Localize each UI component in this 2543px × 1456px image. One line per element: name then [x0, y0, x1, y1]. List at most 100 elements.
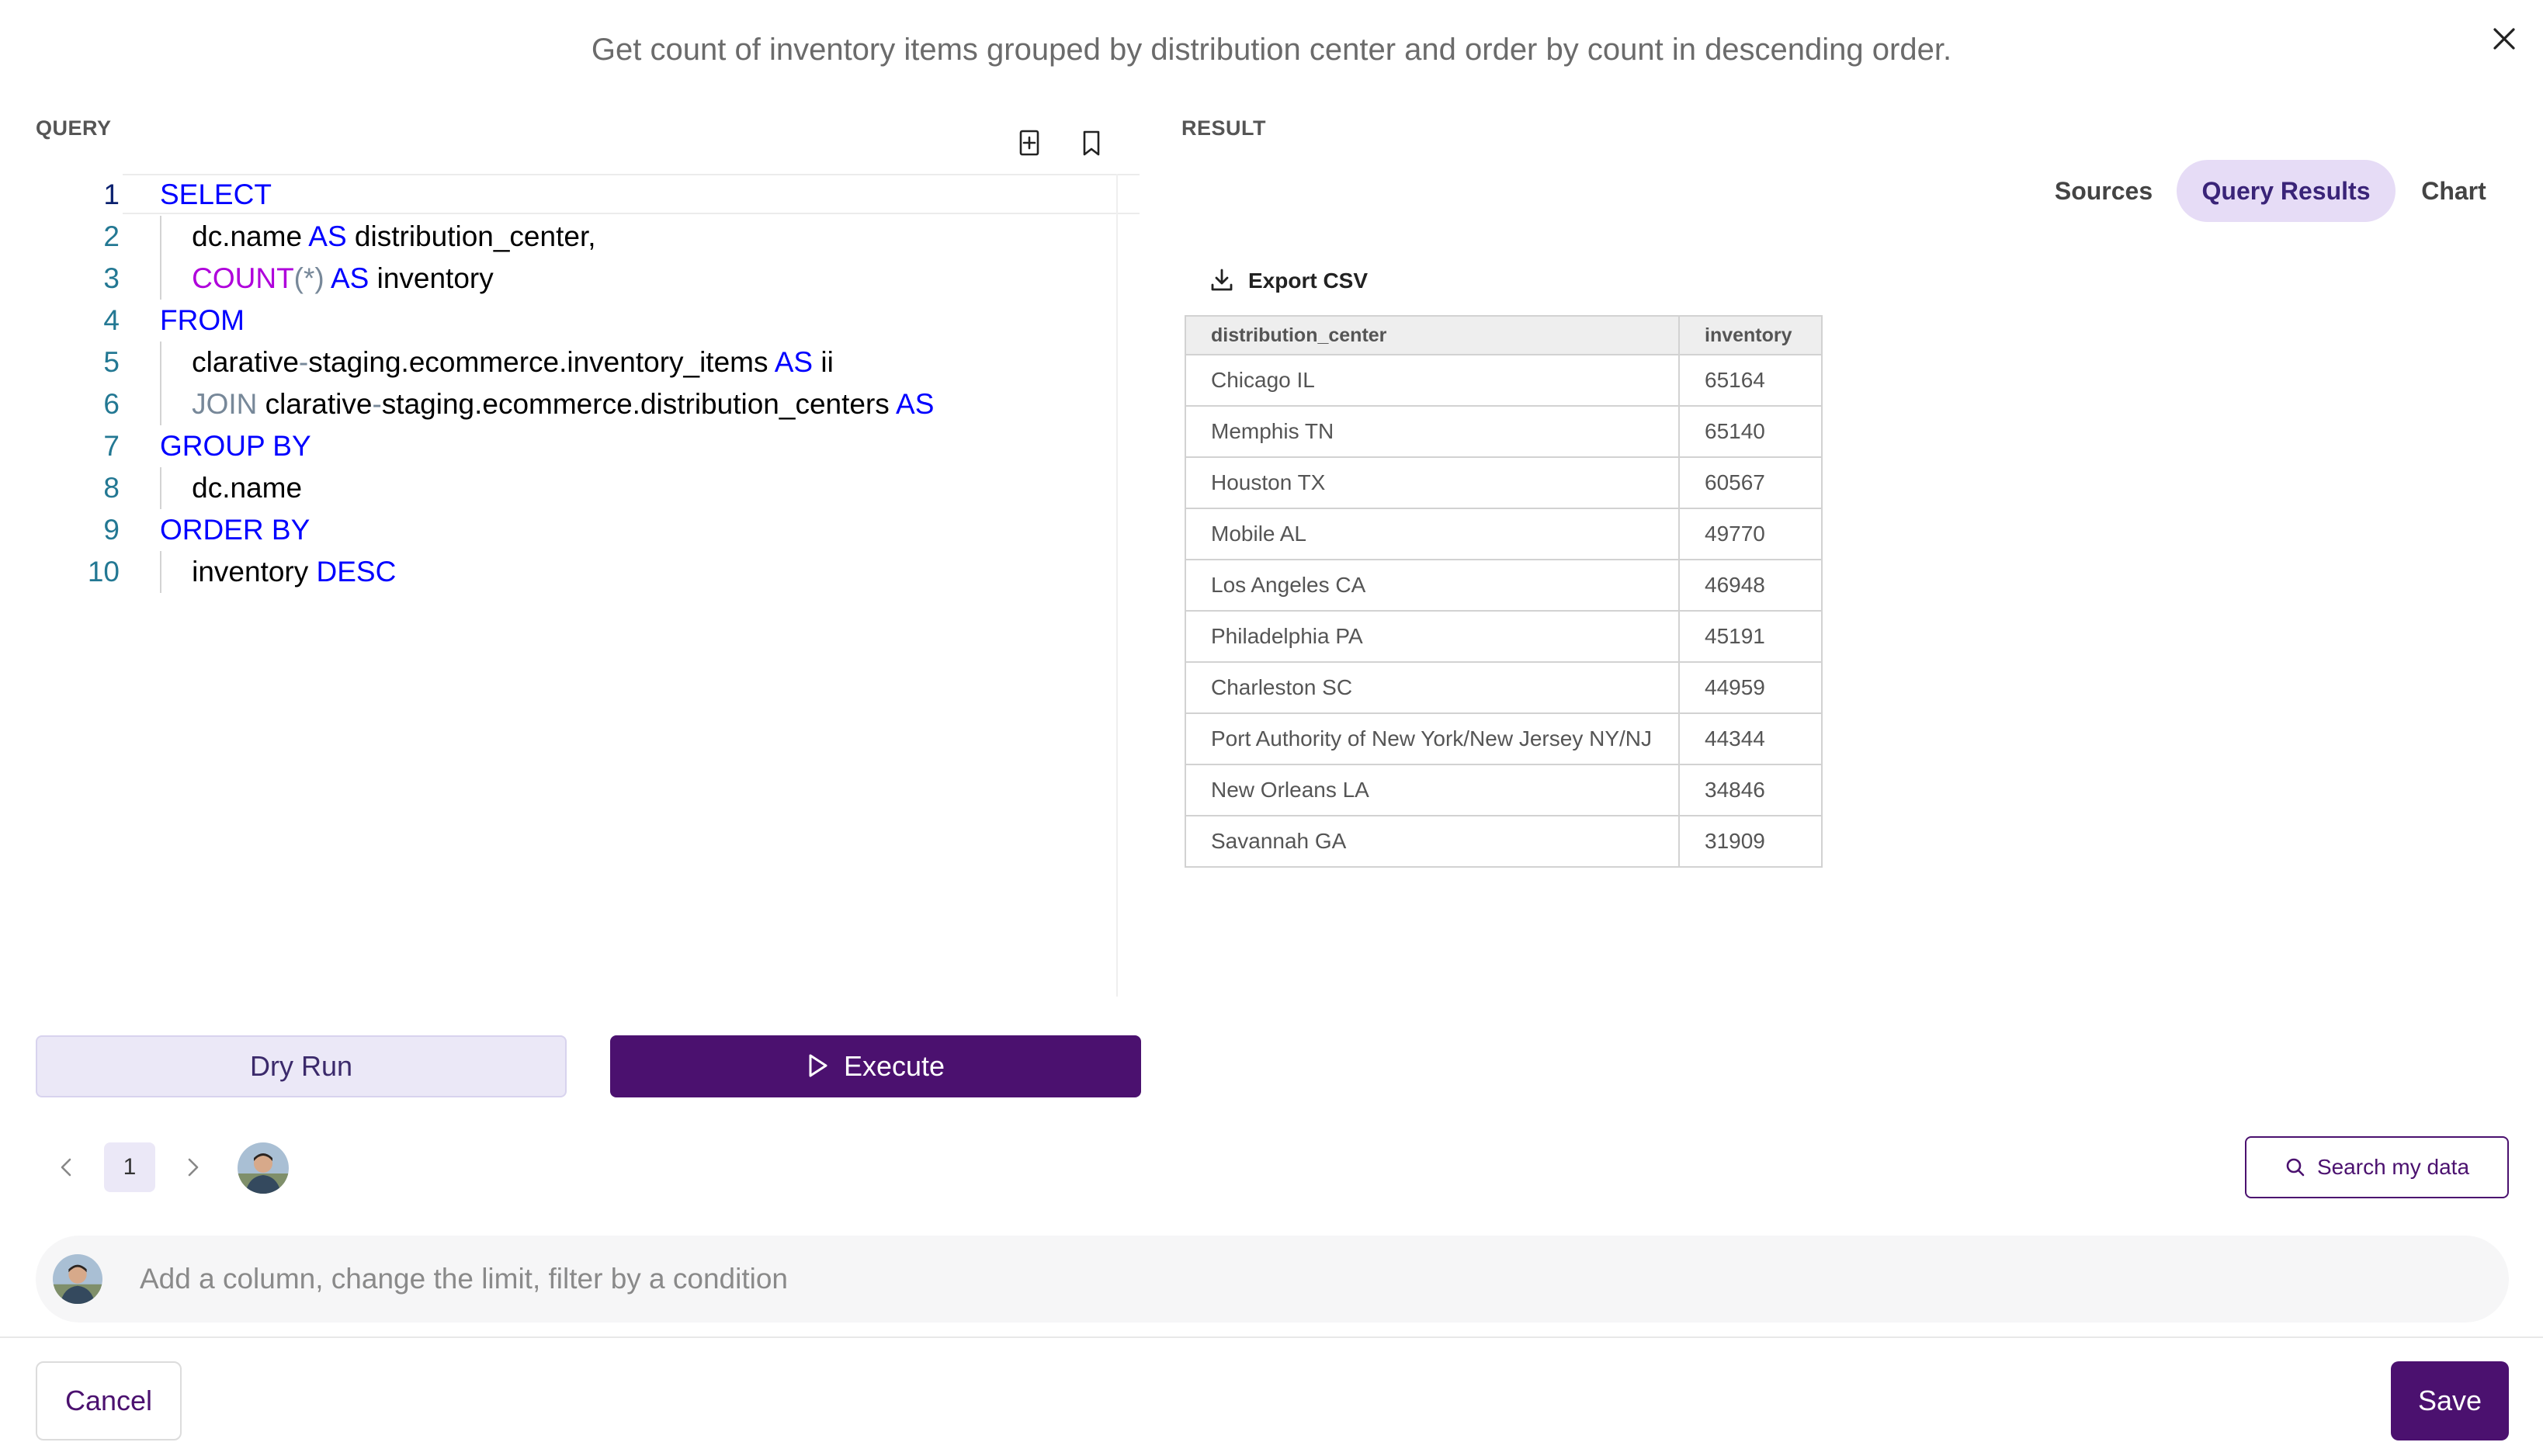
inventory-cell: 65140	[1678, 405, 1823, 458]
column-header[interactable]: distribution_center	[1185, 315, 1680, 355]
prompt-title: Get count of inventory items grouped by …	[591, 33, 1952, 67]
code-token: inventory	[160, 556, 317, 588]
distribution-center-cell: Memphis TN	[1185, 405, 1680, 458]
code-token: AS	[896, 388, 935, 420]
cancel-button[interactable]: Cancel	[36, 1361, 182, 1440]
line-number: 2	[103, 220, 120, 252]
inventory-cell: 31909	[1678, 815, 1823, 868]
distribution-center-cell: Chicago IL	[1185, 354, 1680, 407]
code-text: ORDER BY	[160, 509, 310, 551]
line-number: 3	[103, 262, 120, 294]
code-token: AS	[308, 220, 347, 252]
add-file-icon	[1019, 130, 1039, 156]
execute-button[interactable]: Execute	[610, 1035, 1141, 1097]
export-csv-button[interactable]: Export CSV	[1208, 264, 1368, 298]
code-token: AS	[330, 262, 369, 294]
previous-page-button[interactable]	[51, 1152, 82, 1183]
inventory-cell: 34846	[1678, 764, 1823, 816]
user-avatar-icon	[238, 1142, 289, 1194]
query-section-label: QUERY	[36, 116, 112, 140]
save-button[interactable]: Save	[2391, 1361, 2509, 1440]
code-text: JOIN clarative-staging.ecommerce.distrib…	[160, 383, 934, 425]
column-header[interactable]: inventory	[1678, 315, 1823, 355]
export-csv-label: Export CSV	[1248, 269, 1369, 293]
line-number: 4	[103, 304, 120, 336]
code-token: AS	[774, 346, 814, 378]
code-line[interactable]: 2 dc.name AS distribution_center,	[0, 216, 1141, 258]
inventory-cell: 44959	[1678, 661, 1823, 714]
code-text: FROM	[160, 300, 245, 341]
distribution-center-cell: Los Angeles CA	[1185, 559, 1680, 612]
chat-input[interactable]	[140, 1254, 2468, 1304]
inventory-cell: 49770	[1678, 508, 1823, 560]
table-row: Philadelphia PA 45191	[1185, 610, 1823, 663]
inventory-cell: 44344	[1678, 712, 1823, 765]
code-token: ORDER BY	[160, 514, 311, 546]
query-editor-modal: Get count of inventory items grouped by …	[0, 0, 2543, 1456]
table-header-row: distribution_center inventory	[1185, 315, 1823, 355]
code-token: -	[372, 388, 382, 420]
code-line[interactable]: 3 COUNT(*) AS inventory	[0, 258, 1141, 300]
code-token: COUNT	[192, 262, 294, 294]
table-row: Memphis TN 65140	[1185, 405, 1823, 458]
code-token: -	[298, 346, 309, 378]
table-row: Mobile AL 49770	[1185, 508, 1823, 560]
close-icon	[2493, 28, 2515, 50]
code-line[interactable]: 1 SELECT	[0, 174, 1141, 216]
code-token: ii	[813, 346, 834, 378]
code-line[interactable]: 4 FROM	[0, 300, 1141, 341]
chevron-left-icon	[61, 1158, 71, 1177]
dry-run-button[interactable]: Dry Run	[36, 1035, 567, 1097]
code-token: JOIN	[192, 388, 258, 420]
code-token: SELECT	[160, 179, 272, 210]
code-line[interactable]: 7 GROUP BY	[0, 425, 1141, 467]
line-number: 6	[103, 388, 120, 420]
distribution-center-cell: Mobile AL	[1185, 508, 1680, 560]
tab-query-results[interactable]: Query Results	[2177, 160, 2396, 222]
bookmark-button[interactable]	[1074, 126, 1108, 160]
code-text: dc.name	[160, 467, 302, 509]
inventory-cell: 60567	[1678, 456, 1823, 509]
code-token: GROUP BY	[160, 430, 311, 462]
line-number: 8	[103, 472, 120, 504]
code-line[interactable]: 9 ORDER BY	[0, 509, 1141, 551]
code-token: staging.ecommerce.inventory_items	[308, 346, 775, 378]
table-row: New Orleans LA 34846	[1185, 764, 1823, 816]
code-text: COUNT(*) AS inventory	[160, 258, 494, 300]
table-row: Houston TX 60567	[1185, 456, 1823, 509]
code-token: FROM	[160, 304, 245, 336]
code-line[interactable]: 6 JOIN clarative-staging.ecommerce.distr…	[0, 383, 1141, 425]
page-number[interactable]: 1	[104, 1142, 155, 1192]
tab-chart[interactable]: Chart	[2403, 160, 2504, 222]
insert-file-button[interactable]	[1012, 126, 1046, 160]
code-line[interactable]: 10 inventory DESC	[0, 551, 1141, 593]
code-token: inventory	[369, 262, 494, 294]
line-number: 9	[103, 514, 120, 546]
code-text: SELECT	[160, 174, 272, 216]
code-line[interactable]: 5 clarative-staging.ecommerce.inventory_…	[0, 341, 1141, 383]
results-table: distribution_center inventory Chicago IL…	[1185, 315, 1823, 868]
close-button[interactable]	[2487, 22, 2521, 56]
avatar	[238, 1142, 289, 1194]
search-my-data-button[interactable]: Search my data	[2245, 1136, 2509, 1198]
distribution-center-cell: Philadelphia PA	[1185, 610, 1680, 663]
chevron-right-icon	[188, 1158, 199, 1177]
tab-sources[interactable]: Sources	[2031, 160, 2177, 222]
next-page-button[interactable]	[177, 1152, 208, 1183]
avatar	[53, 1254, 102, 1304]
inventory-cell: 46948	[1678, 559, 1823, 612]
bookmark-icon	[1083, 130, 1100, 156]
code-text: GROUP BY	[160, 425, 311, 467]
code-token: dc.name	[160, 472, 303, 504]
table-row: Charleston SC 44959	[1185, 661, 1823, 714]
code-text: dc.name AS distribution_center,	[160, 216, 596, 258]
table-row: Chicago IL 65164	[1185, 354, 1823, 407]
code-line[interactable]: 8 dc.name	[0, 467, 1141, 509]
distribution-center-cell: Charleston SC	[1185, 661, 1680, 714]
code-token: clarative	[257, 388, 373, 420]
code-token: distribution_center,	[346, 220, 596, 252]
line-number: 1	[103, 179, 120, 210]
code-text: clarative-staging.ecommerce.inventory_it…	[160, 341, 834, 383]
